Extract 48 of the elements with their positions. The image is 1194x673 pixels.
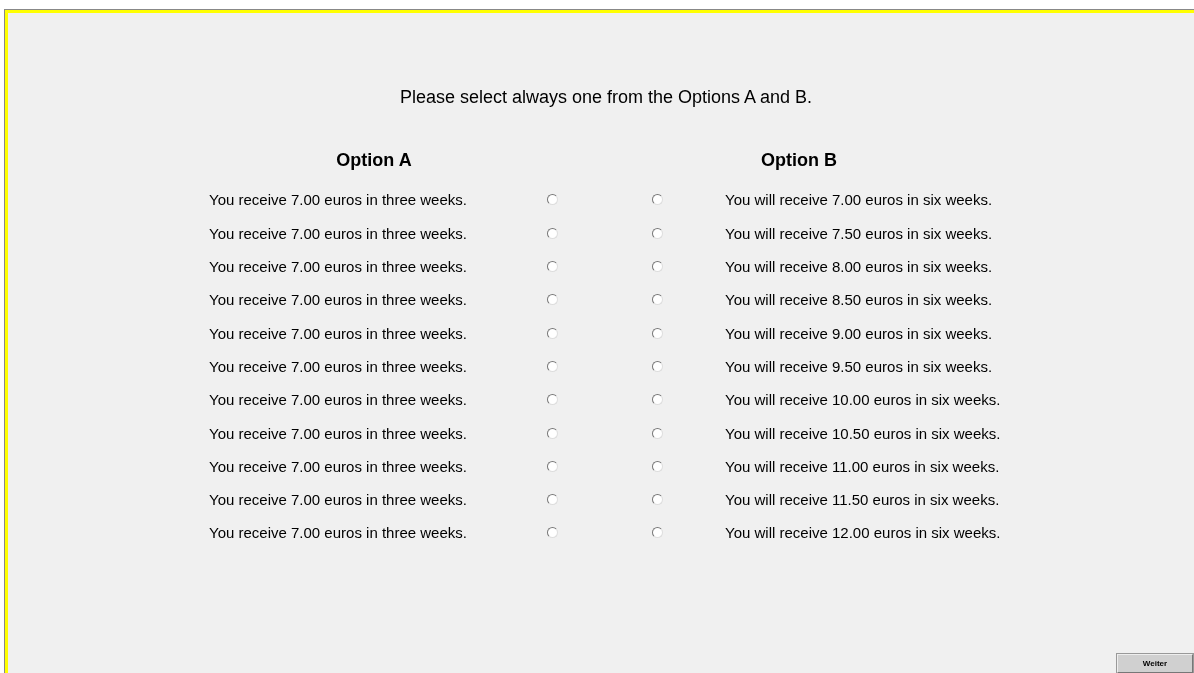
option-text: You receive 7.00 euros in three weeks.: [209, 457, 468, 475]
option-text: You will receive 7.00 euros in six weeks.: [725, 191, 994, 209]
option-heading: Option A: [336, 150, 412, 171]
radio-button[interactable]: [651, 460, 663, 472]
radio-button[interactable]: [546, 294, 558, 306]
radio-button[interactable]: [651, 427, 663, 439]
radio-button[interactable]: [651, 261, 663, 273]
radio-button[interactable]: [546, 427, 558, 439]
option-text: You will receive 8.50 euros in six weeks.: [725, 291, 994, 309]
option-text: You receive 7.00 euros in three weeks.: [209, 391, 468, 409]
option-heading: Option B: [760, 150, 837, 171]
radio-button[interactable]: [546, 494, 558, 506]
option-text: You receive 7.00 euros in three weeks.: [209, 258, 468, 276]
radio-button[interactable]: [546, 394, 558, 406]
radio-button[interactable]: [651, 394, 663, 406]
radio-button[interactable]: [651, 294, 663, 306]
continue-button[interactable]: Weiter: [1117, 654, 1193, 673]
radio-button[interactable]: [651, 194, 663, 206]
option-text: You receive 7.00 euros in three weeks.: [209, 524, 468, 542]
option-text: You receive 7.00 euros in three weeks.: [209, 224, 468, 242]
option-text: You will receive 9.00 euros in six weeks.: [725, 324, 994, 342]
option-text: You receive 7.00 euros in three weeks.: [209, 191, 468, 209]
option-text: You will receive 11.50 euros in six weeks.: [725, 491, 1001, 509]
radio-button[interactable]: [546, 194, 558, 206]
radio-button[interactable]: [651, 227, 663, 239]
option-text: You will receive 12.00 euros in six weeks.: [725, 524, 1002, 542]
radio-button[interactable]: [651, 527, 663, 539]
option-text: You receive 7.00 euros in three weeks.: [209, 491, 468, 509]
option-text: You will receive 10.00 euros in six weeks.: [725, 391, 1002, 409]
radio-button[interactable]: [546, 527, 558, 539]
option-text: You receive 7.00 euros in three weeks.: [209, 291, 468, 309]
radio-button[interactable]: [546, 261, 558, 273]
option-text: You will receive 10.50 euros in six weeks.: [725, 424, 1002, 442]
option-text: You receive 7.00 euros in three weeks.: [209, 324, 468, 342]
option-text: You receive 7.00 euros in three weeks.: [209, 357, 468, 375]
radio-button[interactable]: [651, 360, 663, 372]
instruction-text: Please select always one from the Options A and B.: [398, 87, 814, 108]
radio-button[interactable]: [546, 227, 558, 239]
option-text: You will receive 7.50 euros in six weeks.: [725, 224, 994, 242]
option-text: You receive 7.00 euros in three weeks.: [209, 424, 468, 442]
radio-button[interactable]: [651, 494, 663, 506]
radio-button[interactable]: [651, 327, 663, 339]
option-text: You will receive 9.50 euros in six weeks.: [725, 357, 994, 375]
radio-button[interactable]: [546, 327, 558, 339]
option-text: You will receive 11.00 euros in six weeks.: [725, 457, 1001, 475]
radio-button[interactable]: [546, 460, 558, 472]
radio-button[interactable]: [546, 360, 558, 372]
option-text: You will receive 8.00 euros in six weeks.: [725, 258, 994, 276]
